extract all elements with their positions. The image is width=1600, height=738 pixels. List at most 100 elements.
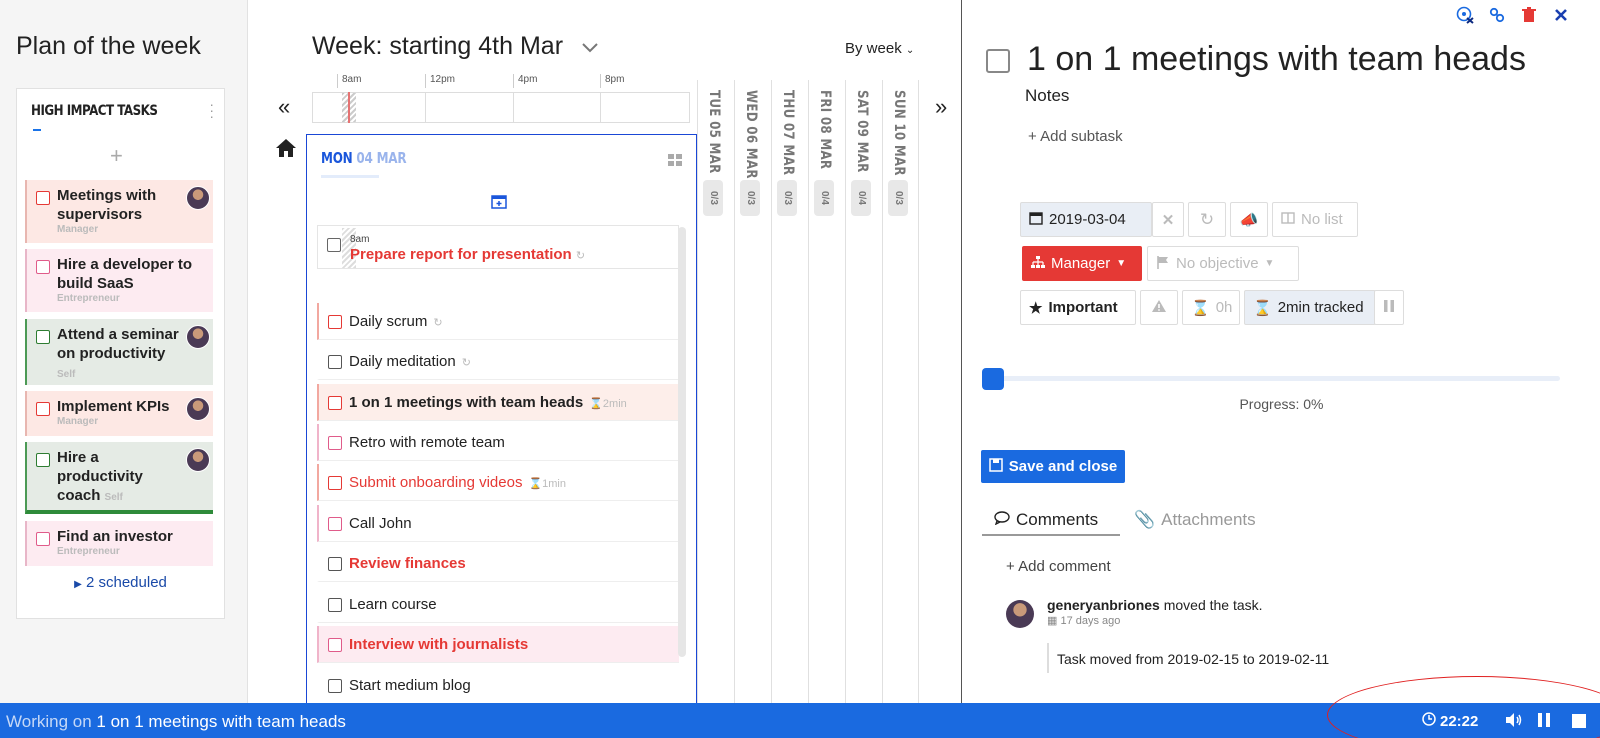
working-on-text[interactable]: Working on 1 on 1 meetings with team hea… — [6, 712, 346, 732]
important-toggle[interactable]: ★ Important — [1020, 290, 1136, 325]
list-item[interactable]: Learn course — [317, 586, 679, 623]
task-checkbox[interactable] — [328, 315, 342, 329]
date-picker[interactable]: 2019-03-04 — [1020, 202, 1152, 237]
day-count-badge: 0/3 — [740, 180, 760, 216]
avatar — [186, 448, 210, 472]
task-label: Find an investor — [57, 528, 173, 545]
list-item[interactable]: Hire a developer to build SaaS Entrepren… — [25, 249, 213, 312]
pause-icon[interactable] — [1538, 713, 1550, 732]
timeline-bar[interactable] — [312, 92, 690, 123]
task-label: Hire a productivity coach — [57, 449, 143, 504]
chevron-down-icon[interactable] — [582, 40, 598, 56]
list-item[interactable]: Start medium blog — [317, 667, 679, 704]
task-complete-checkbox[interactable] — [986, 49, 1010, 73]
card-title: HIGH IMPACT TASKS — [31, 103, 158, 119]
day-column-wednesday[interactable]: WED 06 MAR 0/3 — [734, 80, 771, 704]
task-label-wrap: Start medium blog — [349, 677, 477, 694]
task-checkbox[interactable] — [328, 638, 342, 652]
delete-icon[interactable] — [1518, 4, 1540, 26]
card-menu-icon[interactable]: · · · — [209, 97, 214, 123]
progress-slider-handle[interactable] — [982, 368, 1004, 390]
scrollbar[interactable] — [678, 227, 686, 657]
task-checkbox[interactable] — [328, 679, 342, 693]
task-checkbox[interactable] — [328, 598, 342, 612]
progress-slider-track[interactable] — [984, 376, 1560, 381]
task-checkbox[interactable] — [36, 330, 50, 344]
add-comment-button[interactable]: + Add comment — [1006, 558, 1111, 575]
notes-field[interactable]: Notes — [1025, 86, 1069, 106]
task-detail-panel: 1 on 1 meetings with team heads Notes + … — [961, 0, 1600, 703]
estimate-input[interactable]: ⌛ 0h — [1182, 290, 1240, 325]
urgent-toggle[interactable] — [1140, 290, 1178, 325]
list-item[interactable]: Submit onboarding videos ⌛1min — [317, 464, 679, 501]
role-select[interactable]: Manager ▼ — [1022, 246, 1142, 281]
week-title[interactable]: Week: starting 4th Mar — [312, 32, 563, 61]
previous-week-button[interactable]: « — [278, 94, 290, 120]
list-item[interactable]: Daily meditation ↻ — [317, 343, 679, 380]
stop-icon[interactable] — [1572, 714, 1586, 728]
task-label: Start medium blog — [349, 677, 471, 694]
list-item[interactable]: Find an investor Entrepreneur — [25, 521, 213, 566]
task-checkbox[interactable] — [328, 517, 342, 531]
day-column-friday[interactable]: FRI 08 MAR 0/4 — [808, 80, 845, 704]
scheduled-task[interactable]: 8am Prepare report for presentation ↻ — [317, 225, 679, 269]
list-item[interactable]: Retro with remote team — [317, 424, 679, 461]
task-checkbox[interactable] — [327, 238, 341, 252]
focus-off-icon[interactable] — [1454, 4, 1476, 26]
day-column-tuesday[interactable]: TUE 05 MAR 0/3 — [697, 80, 734, 704]
calendar-icon: ▦ — [1047, 615, 1058, 627]
list-item[interactable]: Review finances — [317, 545, 679, 582]
objective-select[interactable]: No objective ▼ — [1147, 246, 1299, 281]
link-icon[interactable] — [1486, 4, 1508, 26]
scheduled-toggle[interactable]: ▶ 2 scheduled — [17, 574, 224, 591]
task-checkbox[interactable] — [36, 260, 50, 274]
add-subtask-button[interactable]: + Add subtask — [1028, 128, 1123, 145]
list-item[interactable]: Attend a seminar on productivity Self — [25, 319, 213, 385]
tracked-value: 2min tracked — [1277, 299, 1364, 316]
close-icon[interactable] — [1550, 4, 1572, 26]
current-time-marker — [348, 92, 350, 123]
list-item[interactable]: Call John — [317, 505, 679, 542]
day-column-sunday[interactable]: SUN 10 MAR 0/3 — [882, 80, 919, 704]
list-item[interactable]: Implement KPIs Manager — [25, 391, 213, 436]
calendar-icon — [1029, 211, 1043, 229]
sound-icon[interactable] — [1505, 712, 1523, 733]
tab-comments[interactable]: Comments — [982, 506, 1120, 536]
save-and-close-button[interactable]: Save and close — [981, 450, 1125, 483]
reminder-button[interactable]: 📣 — [1230, 202, 1268, 237]
task-checkbox[interactable] — [328, 396, 342, 410]
comment-user[interactable]: generyanbriones — [1047, 597, 1160, 613]
list-item-selected[interactable]: 1 on 1 meetings with team heads ⌛2min — [317, 384, 679, 421]
task-checkbox[interactable] — [328, 557, 342, 571]
clear-date-button[interactable]: ✕ — [1152, 202, 1184, 237]
add-task-button[interactable]: + — [110, 143, 123, 169]
list-item[interactable]: Meetings with supervisors Manager — [25, 180, 213, 243]
task-checkbox[interactable] — [36, 532, 50, 546]
view-select[interactable]: By week ⌄ — [845, 40, 914, 57]
task-checkbox[interactable] — [328, 436, 342, 450]
task-checkbox[interactable] — [36, 402, 50, 416]
list-select[interactable]: No list — [1272, 202, 1358, 237]
list-item[interactable]: Hire a productivity coach Self — [25, 442, 213, 514]
grid-view-icon[interactable] — [668, 153, 682, 171]
calendar-add-icon[interactable] — [491, 193, 507, 214]
day-column-saturday[interactable]: SAT 09 MAR 0/4 — [845, 80, 882, 704]
task-checkbox[interactable] — [36, 453, 50, 467]
comment-time: ▦ 17 days ago — [1047, 614, 1120, 627]
tab-attachments[interactable]: 📎 Attachments — [1134, 510, 1256, 530]
task-title[interactable]: 1 on 1 meetings with team heads — [1027, 40, 1526, 79]
next-week-button[interactable]: » — [935, 94, 947, 120]
task-checkbox[interactable] — [328, 355, 342, 369]
time-tracked[interactable]: ⌛ 2min tracked — [1244, 290, 1376, 325]
day-column-thursday[interactable]: THU 07 MAR 0/3 — [771, 80, 808, 704]
task-tag: Manager — [57, 416, 99, 427]
list-item[interactable]: Interview with journalists — [317, 626, 679, 663]
repeat-button[interactable]: ↻ — [1188, 202, 1226, 237]
task-label: Interview with journalists — [349, 636, 529, 653]
home-icon[interactable] — [275, 138, 297, 163]
task-label: Call John — [349, 515, 412, 532]
list-item[interactable]: Daily scrum ↻ — [317, 303, 679, 340]
pause-tracking-button[interactable] — [1374, 290, 1404, 325]
task-checkbox[interactable] — [36, 191, 50, 205]
task-checkbox[interactable] — [328, 476, 342, 490]
